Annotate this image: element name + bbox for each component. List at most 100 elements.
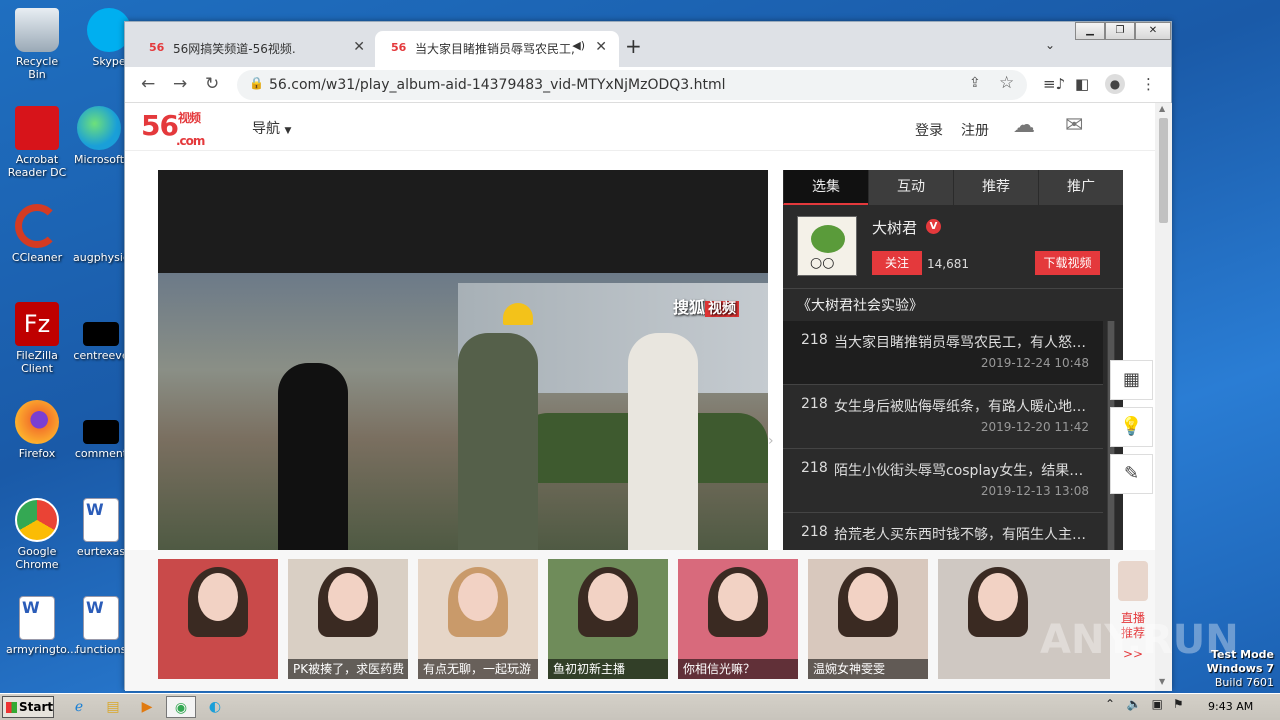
scene-helmet	[503, 303, 533, 325]
author-avatar[interactable]: ○○	[797, 216, 857, 276]
desktop-icon-centreeve[interactable]: centreeve	[70, 302, 132, 362]
start-button[interactable]: Start	[2, 696, 54, 718]
page-content: 56视频.com 导航 ▼ 登录 注册 ☁ ✉ 搜狐 视频 › 选集 互动 推荐…	[125, 103, 1155, 691]
episode-item[interactable]: 218 当大家目睹推销员辱骂农民工，有人怒… 2019-12-24 10:48	[783, 321, 1103, 385]
speaker-tray-icon[interactable]: 🔈	[1127, 697, 1142, 711]
flag-tray-icon[interactable]: ⚑	[1173, 697, 1184, 711]
mail-icon[interactable]: ✉	[1065, 113, 1083, 138]
feedback-edit-icon[interactable]: ✎	[1110, 454, 1153, 494]
new-tab-icon[interactable]: +	[625, 34, 642, 58]
download-video-button[interactable]: 下载视频	[1035, 251, 1100, 275]
desktop-icon-label: Google Chrome	[15, 545, 59, 571]
live-thumb[interactable]: 有点无聊，一起玩游	[418, 559, 538, 679]
network-tray-icon[interactable]: ▣	[1152, 697, 1163, 711]
desktop-icon-armyringto[interactable]: W armyringto...	[6, 596, 77, 656]
live-thumb[interactable]: 你相信光嘛？	[678, 559, 798, 679]
back-icon[interactable]: ←	[141, 74, 155, 94]
desktop-icon-chrome[interactable]: Google Chrome	[6, 498, 68, 571]
close-tab-icon[interactable]: ✕	[595, 39, 607, 55]
episode-item[interactable]: 218 陌生小伙街头辱骂cosplay女生，结果反… 2019-12-13 13…	[783, 449, 1103, 513]
tab-promotion[interactable]: 推广	[1038, 170, 1123, 205]
address-bar[interactable]: 🔒 56.com/w31/play_album-aid-14379483_vid…	[237, 70, 1027, 100]
desktop-icon-label: Microsoft	[73, 153, 125, 166]
logo-dotcom: .com	[175, 134, 205, 148]
ie-icon[interactable]: ℯ	[64, 696, 94, 718]
tray-expand-icon[interactable]: ⌃	[1105, 697, 1115, 711]
live-thumb[interactable]: 鱼初初新主播	[548, 559, 668, 679]
forward-icon[interactable]: →	[173, 74, 187, 94]
bookmark-star-icon[interactable]: ☆	[999, 73, 1014, 93]
login-link[interactable]: 登录	[915, 120, 943, 140]
desktop-icon-functions[interactable]: W functions	[70, 596, 132, 656]
reload-icon[interactable]: ↻	[205, 74, 219, 94]
desktop-icon-recycle-bin[interactable]: Recycle Bin	[6, 8, 68, 81]
desktop-icon-label: Recycle Bin	[15, 55, 59, 81]
clock[interactable]: 9:43 AM	[1208, 700, 1253, 713]
qr-code-icon[interactable]: ▦	[1110, 360, 1153, 400]
desktop-icon-augphysic[interactable]: augphysic	[70, 204, 132, 264]
explorer-folder-icon[interactable]: ▤	[98, 696, 128, 718]
episode-title: 女生身后被贴侮辱纸条，有路人暖心地…	[834, 399, 1086, 415]
profile-icon[interactable]: ●	[1105, 74, 1125, 94]
album-title[interactable]: 《大树君社会实验》	[797, 295, 923, 315]
collapse-panel-icon[interactable]: ›	[768, 433, 774, 449]
desktop-icon-eurtexas[interactable]: W eurtexas	[70, 498, 132, 558]
media-control-icon[interactable]: ≡♪	[1043, 75, 1065, 93]
tab-search-chevron-icon[interactable]: ⌄	[1045, 38, 1055, 52]
desktop-icon-label: functions	[75, 643, 127, 656]
episode-title: 陌生小伙街头辱骂cosplay女生，结果反…	[834, 463, 1089, 479]
media-player-icon[interactable]: ▶	[132, 696, 162, 718]
tab-recommend[interactable]: 推荐	[953, 170, 1038, 205]
upload-cloud-icon[interactable]: ☁	[1013, 113, 1035, 138]
speaker-icon[interactable]: ◀)	[572, 39, 585, 52]
chrome-icon	[15, 498, 59, 542]
desktop-icon-acrobat[interactable]: Acrobat Reader DC	[6, 106, 68, 179]
scroll-up-icon[interactable]: ▲	[1159, 104, 1165, 113]
scroll-thumb[interactable]	[1159, 118, 1168, 223]
desktop-icon-label: augphysic	[73, 251, 129, 264]
author-name[interactable]: 大树君	[872, 217, 917, 238]
episode-item[interactable]: 218 女生身后被贴侮辱纸条，有路人暖心地… 2019-12-20 11:42	[783, 385, 1103, 449]
thumb-face	[718, 573, 758, 621]
verified-badge: V	[926, 219, 941, 234]
tab-episodes[interactable]: 选集	[783, 170, 868, 205]
close-window-button[interactable]: ✕	[1135, 22, 1171, 40]
acrobat-icon	[15, 106, 59, 150]
live-avatar	[1118, 561, 1148, 601]
lightbulb-icon[interactable]: 💡	[1110, 407, 1153, 447]
tab-56-funny[interactable]: 56 56网搞笑频道-56视频. ✕	[133, 31, 377, 67]
desktop-icon-edge[interactable]: Microsoft	[68, 106, 130, 166]
side-panel-icon[interactable]: ◧	[1075, 75, 1089, 93]
tab-interaction[interactable]: 互动	[868, 170, 953, 205]
maximize-button[interactable]: ❐	[1105, 22, 1135, 40]
live-thumb[interactable]	[158, 559, 278, 679]
register-link[interactable]: 注册	[961, 120, 989, 140]
episode-number: 218	[801, 332, 828, 348]
scroll-down-icon[interactable]: ▼	[1159, 677, 1165, 686]
chrome-taskbar-icon[interactable]: ◉	[166, 696, 196, 718]
site-logo[interactable]: 56视频 .com	[141, 109, 205, 148]
site-header: 56视频 .com 导航 ▼ 登录 注册 ☁ ✉	[125, 103, 1155, 151]
tab-current-video[interactable]: 56 当大家目睹推销员辱骂农民工, ◀) ✕	[375, 31, 619, 67]
desktop-icon-firefox[interactable]: Firefox	[6, 400, 68, 460]
glasses-icon: ○○	[810, 255, 835, 271]
close-tab-icon[interactable]: ✕	[353, 39, 365, 55]
minimize-button[interactable]: ▁	[1075, 22, 1105, 40]
desktop-icon-filezilla[interactable]: Fz FileZilla Client	[6, 302, 68, 375]
build-label: Build 7601	[1214, 676, 1274, 689]
start-label: Start	[19, 700, 54, 714]
page-scrollbar[interactable]: ▲ ▼	[1155, 103, 1172, 691]
share-icon[interactable]: ⇪	[969, 75, 981, 91]
edge-taskbar-icon[interactable]: ◐	[200, 696, 230, 718]
live-thumb[interactable]: 温婉女神雯雯	[808, 559, 928, 679]
taskbar: Start ℯ ▤ ▶ ◉ ◐ ⌃ 🔈 ▣ ⚑ 9:43 AM	[0, 693, 1280, 720]
video-player[interactable]: 搜狐 视频	[158, 170, 768, 550]
live-thumb[interactable]: PK被揍了，求医药费	[288, 559, 408, 679]
desktop-icon-comment[interactable]: comment	[70, 400, 132, 460]
desktop-icon-ccleaner[interactable]: CCleaner	[6, 204, 68, 264]
menu-kebab-icon[interactable]: ⋮	[1141, 75, 1156, 93]
episode-title: 拾荒老人买东西时钱不够，有陌生人主…	[834, 527, 1086, 543]
follow-button[interactable]: 关注	[872, 251, 922, 275]
tab-strip: 56 56网搞笑频道-56视频. ✕ 56 当大家目睹推销员辱骂农民工, ◀) …	[125, 22, 1171, 67]
nav-menu[interactable]: 导航 ▼	[252, 118, 291, 138]
